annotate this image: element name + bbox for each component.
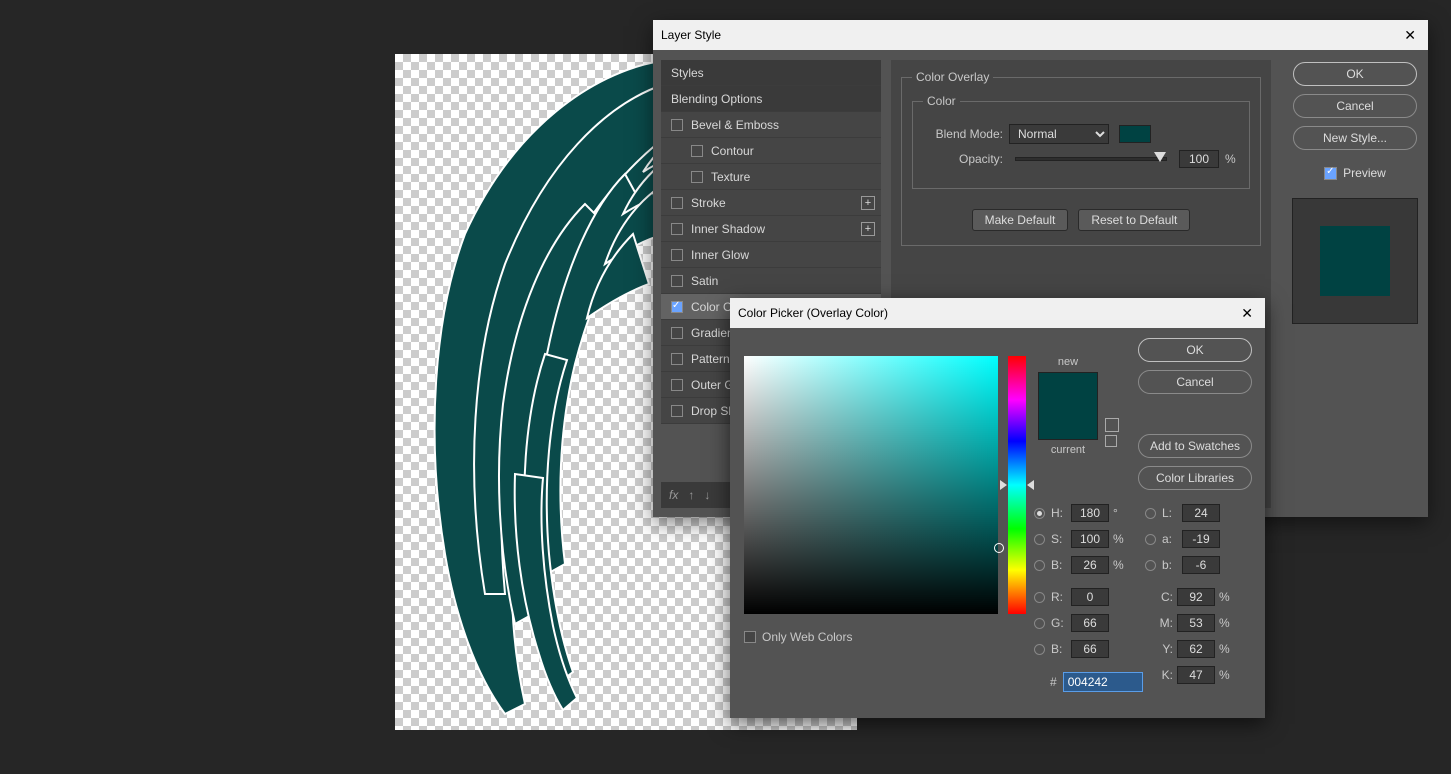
websafe-warning-icon[interactable] [1105, 435, 1117, 447]
new-color-label: new [1038, 356, 1098, 368]
b-lab-radio[interactable] [1145, 560, 1156, 571]
hue-pointer-left-icon[interactable] [1000, 480, 1007, 490]
h-radio[interactable] [1034, 508, 1045, 519]
new-style-button[interactable]: New Style... [1293, 126, 1417, 150]
effect-gradient-overlay-check[interactable] [671, 327, 683, 339]
close-icon[interactable]: ✕ [1400, 27, 1420, 44]
b-hsb-input[interactable] [1071, 556, 1109, 574]
s-radio[interactable] [1034, 534, 1045, 545]
hue-slider[interactable] [1008, 356, 1026, 614]
b-rgb-radio[interactable] [1034, 644, 1045, 655]
hex-label: # [1050, 675, 1057, 689]
make-default-button[interactable]: Make Default [972, 209, 1069, 231]
effect-satin[interactable]: Satin [661, 268, 881, 294]
effect-inner-shadow-check[interactable] [671, 223, 683, 235]
effects-blending-options[interactable]: Blending Options [661, 86, 881, 112]
s-input[interactable] [1071, 530, 1109, 548]
cp-cancel-button[interactable]: Cancel [1138, 370, 1252, 394]
effect-outer-glow-check[interactable] [671, 379, 683, 391]
close-icon[interactable]: ✕ [1237, 305, 1257, 322]
cp-ok-button[interactable]: OK [1138, 338, 1252, 362]
blend-mode-label: Blend Mode: [923, 127, 1003, 141]
hue-pointer-right-icon[interactable] [1027, 480, 1034, 490]
r-input[interactable] [1071, 588, 1109, 606]
effect-contour-check[interactable] [691, 145, 703, 157]
effect-stroke-check[interactable] [671, 197, 683, 209]
opacity-slider[interactable] [1015, 157, 1167, 161]
effect-texture[interactable]: Texture [661, 164, 881, 190]
g-radio[interactable] [1034, 618, 1045, 629]
k-input[interactable] [1177, 666, 1215, 684]
overlay-color-swatch[interactable] [1119, 125, 1151, 143]
preview-check[interactable] [1324, 167, 1337, 180]
layer-style-title: Layer Style [661, 28, 721, 42]
slider-thumb-icon[interactable] [1154, 152, 1166, 162]
a-input[interactable] [1182, 530, 1220, 548]
c-input[interactable] [1177, 588, 1215, 606]
preview-label: Preview [1343, 166, 1386, 180]
gamut-warning-icon[interactable] [1105, 418, 1119, 432]
color-values: H: ° L: S: % a: B: % b: R: C: [1034, 500, 1254, 688]
g-input[interactable] [1071, 614, 1109, 632]
ok-button[interactable]: OK [1293, 62, 1417, 86]
effect-bevel-check[interactable] [671, 119, 683, 131]
only-web-colors-check[interactable] [744, 631, 756, 643]
reset-default-button[interactable]: Reset to Default [1078, 209, 1190, 231]
effect-bevel[interactable]: Bevel & Emboss [661, 112, 881, 138]
add-inner-shadow-icon[interactable]: + [861, 222, 875, 236]
effect-inner-glow[interactable]: Inner Glow [661, 242, 881, 268]
add-stroke-icon[interactable]: + [861, 196, 875, 210]
color-picker-titlebar[interactable]: Color Picker (Overlay Color) ✕ [730, 298, 1265, 328]
preview-box [1292, 198, 1418, 324]
layer-style-actions: OK Cancel New Style... Preview [1290, 62, 1420, 324]
b-lab-input[interactable] [1182, 556, 1220, 574]
b-hsb-radio[interactable] [1034, 560, 1045, 571]
l-input[interactable] [1182, 504, 1220, 522]
effect-inner-shadow[interactable]: Inner Shadow+ [661, 216, 881, 242]
effect-inner-glow-check[interactable] [671, 249, 683, 261]
effect-stroke[interactable]: Stroke+ [661, 190, 881, 216]
add-to-swatches-button[interactable]: Add to Swatches [1138, 434, 1252, 458]
h-input[interactable] [1071, 504, 1109, 522]
opacity-unit: % [1225, 152, 1239, 166]
blend-mode-select[interactable]: Normal [1009, 124, 1109, 144]
effect-contour[interactable]: Contour [661, 138, 881, 164]
only-web-colors-label: Only Web Colors [762, 630, 852, 644]
new-current-swatch[interactable] [1038, 372, 1098, 440]
m-input[interactable] [1177, 614, 1215, 632]
arrow-down-icon[interactable]: ↓ [704, 488, 710, 502]
l-radio[interactable] [1145, 508, 1156, 519]
effect-color-overlay-check[interactable] [671, 301, 683, 313]
effect-texture-check[interactable] [691, 171, 703, 183]
arrow-up-icon[interactable]: ↑ [688, 488, 694, 502]
color-libraries-button[interactable]: Color Libraries [1138, 466, 1252, 490]
b-rgb-input[interactable] [1071, 640, 1109, 658]
sv-cursor-icon[interactable] [994, 543, 1004, 553]
layer-style-titlebar[interactable]: Layer Style ✕ [653, 20, 1428, 50]
fx-icon[interactable]: fx [669, 488, 678, 502]
color-picker-title: Color Picker (Overlay Color) [738, 306, 888, 320]
color-picker-actions: OK Cancel Add to Swatches Color Librarie… [1135, 338, 1255, 490]
saturation-value-field[interactable] [744, 356, 998, 614]
settings-group-title: Color Overlay [912, 70, 993, 84]
current-color-label: current [1038, 444, 1098, 456]
effect-pattern-overlay-check[interactable] [671, 353, 683, 365]
opacity-input[interactable] [1179, 150, 1219, 168]
effect-drop-shadow-check[interactable] [671, 405, 683, 417]
r-radio[interactable] [1034, 592, 1045, 603]
y-input[interactable] [1177, 640, 1215, 658]
hex-input[interactable] [1063, 672, 1143, 692]
opacity-label: Opacity: [923, 152, 1003, 166]
effects-styles[interactable]: Styles [661, 60, 881, 86]
settings-color-legend: Color [923, 94, 960, 108]
a-radio[interactable] [1145, 534, 1156, 545]
preview-swatch [1320, 226, 1390, 296]
color-picker-dialog: Color Picker (Overlay Color) ✕ new curre… [730, 298, 1265, 718]
effect-satin-check[interactable] [671, 275, 683, 287]
cancel-button[interactable]: Cancel [1293, 94, 1417, 118]
